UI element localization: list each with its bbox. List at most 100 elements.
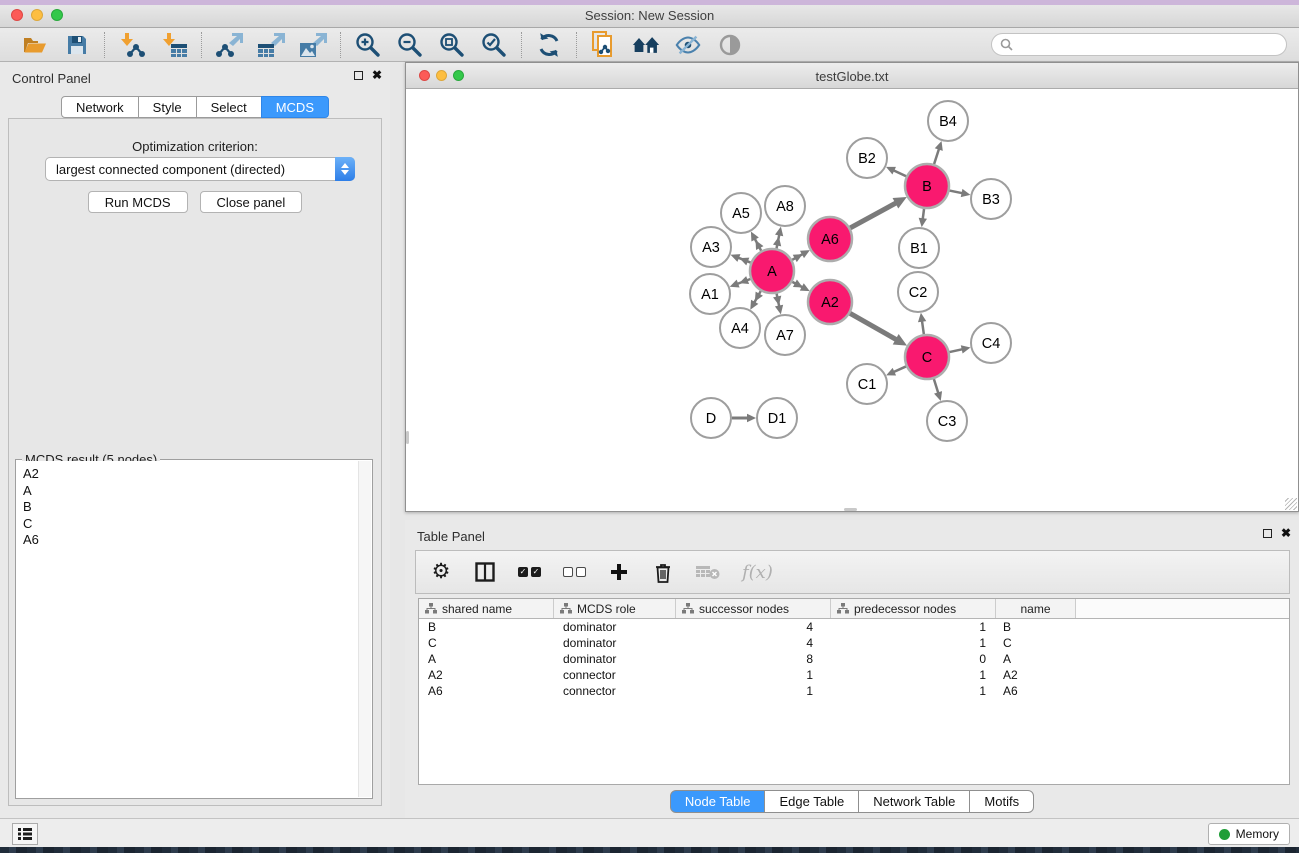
create-column-plus-icon[interactable]: [608, 559, 630, 585]
show-columns-icon[interactable]: [474, 559, 496, 585]
edge-arrowhead: [918, 313, 926, 322]
zoom-out-icon[interactable]: [396, 32, 424, 58]
table-cell[interactable]: A2: [419, 667, 554, 683]
close-panel-button[interactable]: Close panel: [200, 191, 303, 213]
table-cell[interactable]: B: [419, 619, 554, 635]
float-table-panel-icon[interactable]: [1263, 529, 1272, 538]
delete-column-trash-icon[interactable]: [652, 559, 674, 585]
tab-network-table[interactable]: Network Table: [858, 790, 970, 813]
table-cell[interactable]: 1: [831, 635, 996, 651]
vertical-scroll-indicator[interactable]: [406, 431, 409, 444]
table-cell[interactable]: connector: [554, 683, 676, 699]
show-details-icon[interactable]: [716, 32, 744, 58]
table-cell[interactable]: B: [996, 619, 1076, 635]
resize-grip[interactable]: [1285, 498, 1297, 510]
save-session-icon[interactable]: [63, 32, 91, 58]
table-cell[interactable]: 1: [831, 667, 996, 683]
search-input[interactable]: [1018, 38, 1278, 52]
graph-node-label: A4: [731, 321, 749, 337]
tab-select[interactable]: Select: [196, 96, 262, 118]
export-image-icon[interactable]: [299, 32, 327, 58]
home-icon[interactable]: [632, 32, 660, 58]
table-cell[interactable]: dominator: [554, 651, 676, 667]
tab-style[interactable]: Style: [138, 96, 197, 118]
graph-node-label: D: [706, 411, 716, 427]
export-table-icon[interactable]: [257, 32, 285, 58]
run-mcds-button[interactable]: Run MCDS: [88, 191, 188, 213]
hide-details-icon[interactable]: [674, 32, 702, 58]
tab-node-table[interactable]: Node Table: [670, 790, 766, 813]
column-header-successor-nodes[interactable]: successor nodes: [676, 599, 831, 618]
import-network-icon[interactable]: [118, 32, 146, 58]
table-cell[interactable]: A2: [996, 667, 1076, 683]
tab-mcds[interactable]: MCDS: [261, 96, 329, 118]
edge-A2-C[interactable]: [850, 313, 901, 342]
criterion-dropdown[interactable]: largest connected component (directed): [45, 157, 355, 181]
column-header-shared-name[interactable]: shared name: [419, 599, 554, 618]
result-item[interactable]: A2: [23, 466, 358, 483]
function-builder-icon[interactable]: f(x): [742, 559, 773, 585]
table-row[interactable]: A6connector11A6: [419, 683, 1289, 699]
network-window-titlebar[interactable]: testGlobe.txt: [406, 63, 1298, 89]
close-table-panel-icon[interactable]: ✖: [1281, 528, 1291, 538]
table-cell[interactable]: 1: [676, 683, 831, 699]
tab-network[interactable]: Network: [61, 96, 139, 118]
network-canvas[interactable]: AA1A2A3A4A5A6A7A8BB1B2B3B4CC1C2C3C4DD1: [406, 90, 1298, 511]
table-row[interactable]: Cdominator41C: [419, 635, 1289, 651]
refresh-icon[interactable]: [535, 32, 563, 58]
result-item[interactable]: A: [23, 483, 358, 500]
table-cell[interactable]: connector: [554, 667, 676, 683]
horizontal-scroll-indicator[interactable]: [844, 508, 857, 511]
result-item[interactable]: A6: [23, 532, 358, 549]
column-header-name[interactable]: name: [996, 599, 1076, 618]
float-panel-icon[interactable]: [354, 71, 363, 80]
table-cell[interactable]: A6: [996, 683, 1076, 699]
table-cell[interactable]: 1: [831, 683, 996, 699]
network-graph-svg: AA1A2A3A4A5A6A7A8BB1B2B3B4CC1C2C3C4DD1: [406, 90, 1298, 511]
table-settings-gear-icon[interactable]: ⚙: [430, 559, 452, 585]
table-row[interactable]: Bdominator41B: [419, 619, 1289, 635]
tab-motifs[interactable]: Motifs: [969, 790, 1034, 813]
import-table-icon[interactable]: [160, 32, 188, 58]
table-cell[interactable]: A: [419, 651, 554, 667]
table-cell[interactable]: C: [419, 635, 554, 651]
result-item[interactable]: C: [23, 516, 358, 533]
close-panel-icon[interactable]: ✖: [372, 70, 382, 80]
table-cell[interactable]: 4: [676, 635, 831, 651]
export-network-icon[interactable]: [215, 32, 243, 58]
task-history-button[interactable]: [12, 823, 38, 845]
result-list-scrollbar[interactable]: [358, 461, 371, 797]
table-cell[interactable]: A: [996, 651, 1076, 667]
zoom-selected-icon[interactable]: [480, 32, 508, 58]
table-cell[interactable]: dominator: [554, 635, 676, 651]
edge-arrowhead: [961, 345, 971, 353]
column-header-predecessor-nodes[interactable]: predecessor nodes: [831, 599, 996, 618]
unselect-all-columns-icon[interactable]: [563, 559, 586, 585]
table-cell[interactable]: A6: [419, 683, 554, 699]
table-cell[interactable]: 1: [831, 619, 996, 635]
table-cell[interactable]: 8: [676, 651, 831, 667]
edge-arrowhead: [775, 227, 783, 237]
open-session-icon[interactable]: [21, 32, 49, 58]
table-cell[interactable]: C: [996, 635, 1076, 651]
table-cell[interactable]: 4: [676, 619, 831, 635]
table-cell[interactable]: 1: [676, 667, 831, 683]
edge-A6-B[interactable]: [850, 200, 901, 228]
select-all-columns-icon[interactable]: ✓✓: [518, 559, 541, 585]
table-row[interactable]: Adominator80A: [419, 651, 1289, 667]
search-field[interactable]: [991, 33, 1287, 56]
node-table[interactable]: shared nameMCDS rolesuccessor nodesprede…: [418, 598, 1290, 785]
table-row[interactable]: A2connector11A2: [419, 667, 1289, 683]
table-cell[interactable]: 0: [831, 651, 996, 667]
zoom-in-icon[interactable]: [354, 32, 382, 58]
mcds-result-list[interactable]: A2ABCA6: [17, 461, 358, 797]
memory-button[interactable]: Memory: [1208, 823, 1290, 845]
zoom-fit-icon[interactable]: [438, 32, 466, 58]
result-item[interactable]: B: [23, 499, 358, 516]
delete-table-icon[interactable]: [696, 559, 720, 585]
table-cell[interactable]: dominator: [554, 619, 676, 635]
tab-edge-table[interactable]: Edge Table: [764, 790, 859, 813]
clone-network-icon[interactable]: [590, 32, 618, 58]
network-window-title: testGlobe.txt: [406, 69, 1298, 84]
column-header-MCDS-role[interactable]: MCDS role: [554, 599, 676, 618]
